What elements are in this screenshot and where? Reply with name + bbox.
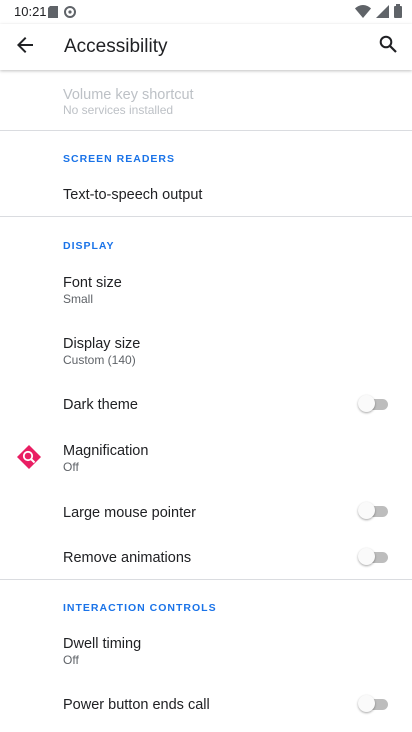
- arrow-back-icon: [16, 36, 34, 59]
- dwell-timing-title: Dwell timing: [63, 636, 142, 652]
- magnification-item[interactable]: Magnification Off: [0, 430, 412, 486]
- volume-key-shortcut-title: Volume key shortcut: [63, 87, 194, 103]
- font-size-title: Font size: [63, 275, 122, 291]
- display-size-title: Display size: [63, 336, 141, 352]
- back-button[interactable]: [10, 32, 40, 62]
- section-header-display: DISPLAY: [63, 240, 115, 252]
- dark-theme-title: Dark theme: [63, 397, 138, 413]
- volume-key-shortcut-summary: No services installed: [63, 103, 174, 117]
- search-button[interactable]: [372, 30, 404, 62]
- search-icon: [379, 35, 397, 58]
- magnification-summary: Off: [63, 460, 79, 474]
- divider: [0, 216, 412, 217]
- magnification-title: Magnification: [63, 443, 149, 459]
- signal-icon: [376, 4, 389, 23]
- dwell-timing-summary: Off: [63, 653, 79, 667]
- divider: [0, 130, 412, 131]
- magnification-icon: [16, 444, 42, 470]
- dwell-timing-item[interactable]: Dwell timing Off: [0, 622, 412, 678]
- app-bar: Accessibility: [0, 24, 412, 70]
- remove-animations-item[interactable]: Remove animations: [0, 536, 412, 580]
- display-size-summary: Custom (140): [63, 353, 136, 367]
- divider: [0, 579, 412, 580]
- battery-icon: [394, 4, 402, 23]
- dark-theme-item[interactable]: Dark theme: [0, 382, 412, 426]
- power-button-ends-call-title: Power button ends call: [63, 697, 210, 713]
- status-bar: 10:21: [0, 0, 412, 24]
- volume-key-shortcut-item[interactable]: Volume key shortcut No services installe…: [0, 74, 412, 128]
- text-to-speech-title: Text-to-speech output: [63, 187, 203, 203]
- remove-animations-title: Remove animations: [63, 550, 192, 566]
- large-mouse-pointer-switch[interactable]: [358, 502, 388, 520]
- large-mouse-pointer-item[interactable]: Large mouse pointer: [0, 490, 412, 534]
- wifi-icon: [355, 4, 371, 23]
- power-button-ends-call-item[interactable]: Power button ends call: [0, 684, 412, 728]
- display-size-item[interactable]: Display size Custom (140): [0, 322, 412, 380]
- text-to-speech-item[interactable]: Text-to-speech output: [0, 172, 412, 216]
- section-header-interaction-controls: INTERACTION CONTROLS: [63, 602, 217, 614]
- power-button-ends-call-switch[interactable]: [358, 695, 388, 713]
- dark-theme-switch[interactable]: [358, 395, 388, 413]
- sync-icon: [64, 5, 76, 23]
- font-size-summary: Small: [63, 292, 94, 306]
- status-time: 10:21: [14, 4, 47, 19]
- section-header-screen-readers: SCREEN READERS: [63, 153, 176, 165]
- font-size-item[interactable]: Font size Small: [0, 262, 412, 320]
- page-title: Accessibility: [64, 36, 168, 57]
- storage-icon: [48, 5, 58, 23]
- large-mouse-pointer-title: Large mouse pointer: [63, 505, 196, 521]
- remove-animations-switch[interactable]: [358, 548, 388, 566]
